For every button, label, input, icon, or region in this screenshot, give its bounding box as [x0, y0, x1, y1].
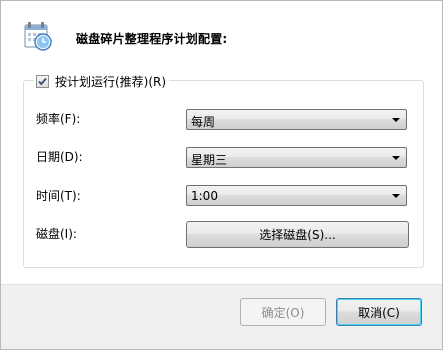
day-label: 日期(D):: [36, 150, 83, 164]
footer-divider: [1, 284, 442, 285]
chevron-down-icon: [392, 118, 400, 122]
chevron-down-icon: [392, 194, 400, 198]
time-value: 1:00: [191, 189, 218, 203]
dialog-heading: 磁盘碎片整理程序计划配置:: [76, 32, 228, 46]
checkmark-icon: [38, 77, 47, 86]
day-value: 星期三: [191, 153, 228, 167]
cancel-button[interactable]: 取消(C): [336, 298, 422, 326]
time-label: 时间(T):: [36, 189, 81, 203]
chevron-down-icon: [392, 156, 400, 160]
day-dropdown[interactable]: 星期三: [186, 147, 407, 168]
select-disks-button[interactable]: 选择磁盘(S)...: [186, 221, 409, 248]
calendar-clock-icon: [23, 20, 53, 52]
run-on-schedule-label: 按计划运行(推荐)(R): [55, 75, 167, 89]
run-on-schedule-checkbox[interactable]: 按计划运行(推荐)(R): [34, 73, 170, 90]
frequency-label: 频率(F):: [36, 112, 81, 126]
frequency-value: 每周: [191, 115, 216, 129]
time-dropdown[interactable]: 1:00: [186, 185, 407, 206]
ok-button[interactable]: 确定(O): [240, 298, 326, 326]
frequency-dropdown[interactable]: 每周: [186, 109, 407, 130]
disks-label: 磁盘(I):: [36, 227, 77, 241]
checkbox-box[interactable]: [36, 75, 49, 88]
